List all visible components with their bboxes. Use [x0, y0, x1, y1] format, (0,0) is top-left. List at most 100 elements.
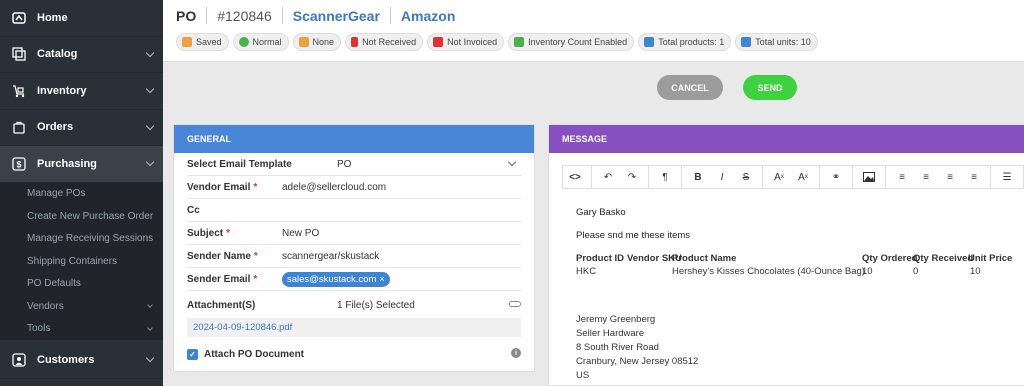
- cc-field[interactable]: Cc: [187, 199, 521, 222]
- bold-icon[interactable]: B: [686, 166, 710, 188]
- code-view-icon[interactable]: <>: [563, 166, 587, 188]
- italic-icon[interactable]: I: [710, 166, 734, 188]
- files-selected-count: 1 File(s) Selected: [337, 300, 415, 311]
- channel-link[interactable]: Amazon: [401, 8, 455, 24]
- message-line: Please snd me these items: [576, 230, 691, 241]
- status-badge-priority: Normal: [232, 33, 289, 51]
- email-template-select[interactable]: Select Email Template PO: [187, 153, 521, 176]
- chevron-down-icon[interactable]: [145, 84, 155, 94]
- numbered-list-icon[interactable]: ☰: [1019, 166, 1023, 188]
- submenu-item-create-po[interactable]: Create New Purchase Order: [0, 205, 163, 228]
- remove-icon[interactable]: ×: [379, 274, 384, 284]
- save-icon: [182, 37, 192, 47]
- table-cell: 10: [862, 266, 873, 277]
- chevron-down-icon[interactable]: [145, 157, 155, 167]
- superscript-icon[interactable]: Ax: [767, 166, 791, 188]
- chevron-down-icon[interactable]: [507, 157, 517, 167]
- subject-field[interactable]: Subject * New PO: [187, 222, 521, 245]
- submenu-item-manage-pos[interactable]: Manage POs: [0, 183, 163, 206]
- general-panel: GENERAL Select Email Template PO Vendor …: [173, 124, 535, 372]
- chevron-down-icon[interactable]: [145, 48, 155, 57]
- sidebar-item-orders[interactable]: Orders: [0, 110, 163, 146]
- message-greeting: Gary Basko: [576, 207, 626, 218]
- undo-icon[interactable]: ↶: [596, 166, 620, 188]
- field-label: Sender Name: [187, 250, 251, 262]
- sidebar-item-customers[interactable]: Customers: [0, 342, 163, 379]
- sidebar-item-label: Inventory: [37, 84, 87, 97]
- customers-icon: [11, 352, 27, 368]
- header: PO #120846 ScannerGear Amazon Saved Norm…: [163, 0, 1024, 62]
- sender-email-field[interactable]: Sender Email * sales@skustack.com ×: [187, 268, 521, 291]
- vendor-email-field[interactable]: Vendor Email * adele@sellercloud.com: [187, 176, 521, 199]
- submenu-item-tools[interactable]: Tools: [0, 318, 163, 341]
- status-badge-received: Not Received: [345, 33, 424, 51]
- submenu-item-receiving-sessions[interactable]: Manage Receiving Sessions: [0, 228, 163, 251]
- flag-icon: [351, 37, 359, 47]
- sidebar-item-label: Home: [37, 11, 68, 24]
- sidebar-item-home[interactable]: Home: [0, 0, 163, 37]
- sidebar-item-catalog[interactable]: Catalog: [0, 37, 163, 73]
- check-icon: [514, 37, 525, 47]
- send-button[interactable]: SEND: [743, 75, 797, 100]
- info-icon[interactable]: i: [511, 348, 521, 358]
- status-badge-shipping: None: [292, 33, 342, 51]
- align-center-icon[interactable]: ≡: [914, 166, 938, 188]
- attachment-file-name: 2024-04-09-120846.pdf: [193, 322, 293, 333]
- purchasing-icon: $: [11, 156, 27, 172]
- table-cell: 0: [913, 266, 919, 277]
- align-right-icon[interactable]: ≡: [938, 166, 962, 188]
- signature-line: Cranbury, New Jersey 08512: [576, 356, 699, 367]
- sender-name-field[interactable]: Sender Name * scannergear/skustack: [187, 245, 521, 268]
- divider: [389, 7, 391, 24]
- attach-po-label: Attach PO Document: [204, 348, 305, 360]
- link-icon[interactable]: ⚭: [824, 166, 848, 188]
- table-header: Product ID: [576, 253, 625, 264]
- subject-value: New PO: [282, 227, 320, 239]
- cancel-button[interactable]: CANCEL: [657, 75, 723, 100]
- message-panel-header: MESSAGE: [549, 125, 1024, 153]
- status-badge-saved: Saved: [176, 33, 229, 51]
- field-label: Select Email Template: [187, 158, 292, 170]
- truck-icon: [298, 37, 309, 47]
- paperclip-icon[interactable]: [509, 301, 521, 307]
- signature: Jeremy Greenberg Seller Hardware 8 South…: [576, 313, 698, 383]
- redo-icon[interactable]: ↷: [620, 166, 644, 188]
- email-template-value: PO: [337, 158, 352, 170]
- submenu-item-shipping-containers[interactable]: Shipping Containers: [0, 250, 163, 273]
- submenu-item-vendors[interactable]: Vendors: [0, 295, 163, 318]
- purchasing-submenu: Manage POs Create New Purchase Order Man…: [0, 182, 163, 341]
- bulleted-list-icon[interactable]: ☰: [995, 166, 1019, 188]
- strikethrough-icon[interactable]: S: [734, 166, 758, 188]
- table-header: Unit Price: [968, 253, 1013, 264]
- align-left-icon[interactable]: ≡: [890, 166, 914, 188]
- attachments-field: Attachment(S) 1 File(s) Selected: [187, 294, 521, 317]
- required-mark: *: [253, 250, 258, 262]
- attach-po-checkbox-row[interactable]: ✓ Attach PO Document i: [187, 345, 521, 363]
- submenu-item-po-defaults[interactable]: PO Defaults: [0, 273, 163, 296]
- signature-line: US: [576, 370, 590, 381]
- attachment-file[interactable]: 2024-04-09-120846.pdf: [187, 318, 521, 337]
- attach-po-checkbox[interactable]: ✓: [187, 348, 198, 360]
- sender-name-value: scannergear/skustack: [282, 250, 380, 262]
- orders-icon: [11, 119, 27, 135]
- svg-text:$: $: [16, 159, 21, 169]
- paragraph-icon[interactable]: ¶: [653, 166, 677, 188]
- sidebar-item-inventory[interactable]: Inventory: [0, 73, 163, 110]
- sender-email-chip[interactable]: sales@skustack.com ×: [282, 271, 390, 287]
- image-icon[interactable]: [857, 166, 881, 188]
- home-icon: [11, 10, 27, 26]
- chevron-down-icon[interactable]: [145, 353, 155, 363]
- field-label: Sender Email: [187, 273, 251, 285]
- vendor-link[interactable]: ScannerGear: [293, 8, 380, 24]
- status-badge-inventory-count: Inventory Count Enabled: [508, 33, 635, 51]
- sidebar-item-label: Catalog: [37, 48, 78, 61]
- required-mark: *: [253, 273, 258, 285]
- table-cell: Hershey's Kisses Chocolates (40-Ounce Ba…: [672, 266, 865, 277]
- chevron-down-icon[interactable]: [145, 121, 155, 130]
- inventory-icon: [11, 83, 27, 99]
- subscript-icon[interactable]: Ax: [791, 166, 815, 188]
- divider: [281, 7, 283, 24]
- align-justify-icon[interactable]: ≡: [962, 166, 986, 188]
- sidebar-item-purchasing[interactable]: $ Purchasing: [0, 146, 163, 183]
- thumbs-up-icon: [238, 37, 249, 47]
